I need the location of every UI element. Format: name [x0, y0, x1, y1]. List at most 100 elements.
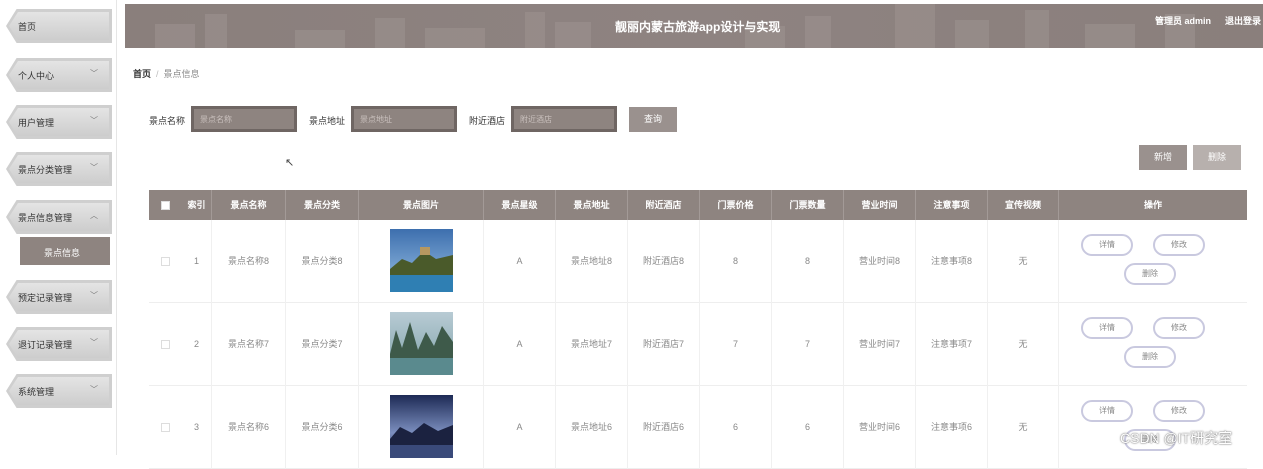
- sidebar-item-label: 用户管理: [18, 118, 55, 128]
- sidebar-item-scenic-management[interactable]: 景点信息管理 ︿: [6, 200, 112, 234]
- table-row: 1 景点名称8 景点分类8 A 景点地址8 附近酒店8 8 8 营业时间8 注意…: [149, 220, 1247, 303]
- logout-link[interactable]: 退出登录: [1225, 14, 1261, 27]
- scenic-image-karst-river: [390, 312, 453, 375]
- cell-notes: 注意事项6: [916, 386, 988, 469]
- cell-category: 景点分类7: [286, 303, 359, 386]
- cell-count: 8: [772, 220, 844, 303]
- cell-count: 6: [772, 386, 844, 469]
- breadcrumb-current: 景点信息: [163, 69, 200, 79]
- detail-button[interactable]: 详情: [1081, 317, 1133, 339]
- cell-star: A: [484, 303, 556, 386]
- table-row: 2 景点名称7 景点分类7 A 景点地址7 附近酒店7 7 7 营业时间7 注意…: [149, 303, 1247, 386]
- sidebar-item-label: 首页: [18, 22, 37, 32]
- edit-button[interactable]: 修改: [1153, 234, 1205, 256]
- column-header: 营业时间: [844, 190, 916, 220]
- add-button[interactable]: 新增: [1139, 145, 1187, 170]
- sidebar-item-category-management[interactable]: 景点分类管理 ﹀: [6, 152, 112, 186]
- table-header: 索引 景点名称 景点分类 景点图片 景点星级 景点地址 附近酒店 门票价格 门票…: [149, 190, 1247, 220]
- cell-price: 8: [700, 220, 772, 303]
- column-header: 景点名称: [212, 190, 286, 220]
- chevron-up-icon: ︿: [90, 211, 98, 220]
- cell-count: 7: [772, 303, 844, 386]
- current-user: 管理员 admin: [1155, 16, 1212, 26]
- cell-hours: 营业时间6: [844, 386, 916, 469]
- table-row: 3 景点名称6 景点分类6 A 景点地址6 附近酒店6 6 6 营业时间6 注意…: [149, 386, 1247, 469]
- watermark-text: CSDN @IT研究室: [1120, 430, 1233, 446]
- sidebar-item-booking-records[interactable]: 预定记录管理 ﹀: [6, 280, 112, 314]
- chevron-down-icon: ﹀: [90, 69, 98, 78]
- search-input-name-field[interactable]: [200, 109, 294, 129]
- breadcrumb-home[interactable]: 首页: [133, 69, 151, 79]
- cell-video: 无: [988, 303, 1059, 386]
- cell-video: 无: [988, 386, 1059, 469]
- cell-star: A: [484, 386, 556, 469]
- cell-hotel: 附近酒店7: [628, 303, 700, 386]
- column-header: 索引: [182, 190, 212, 220]
- sidebar-item-system-management[interactable]: 系统管理 ﹀: [6, 374, 112, 408]
- column-header: 操作: [1143, 200, 1162, 210]
- column-header: 景点图片: [359, 190, 484, 220]
- row-checkbox[interactable]: [161, 423, 170, 432]
- edit-button[interactable]: 修改: [1153, 317, 1205, 339]
- search-label-hotel: 附近酒店: [469, 116, 506, 126]
- chevron-down-icon: ﹀: [90, 163, 98, 172]
- sidebar-item-label: 个人中心: [18, 71, 55, 81]
- delete-button[interactable]: 删除: [1124, 263, 1176, 285]
- row-checkbox[interactable]: [161, 257, 170, 266]
- row-checkbox[interactable]: [161, 340, 170, 349]
- cell-notes: 注意事项8: [916, 220, 988, 303]
- cell-hotel: 附近酒店8: [628, 220, 700, 303]
- batch-delete-button[interactable]: 删除: [1193, 145, 1241, 170]
- search-input-hotel[interactable]: [511, 106, 617, 132]
- sidebar-item-cancel-records[interactable]: 退订记录管理 ﹀: [6, 327, 112, 361]
- search-label-name: 景点名称: [149, 116, 186, 126]
- mouse-cursor-icon: ↖: [285, 157, 295, 169]
- sidebar: 首页 个人中心 ﹀ 用户管理 ﹀ 景点分类管理 ﹀ 景点信息管理 ︿ 景点信息 …: [0, 0, 117, 455]
- cell-category: 景点分类6: [286, 386, 359, 469]
- cell-hotel: 附近酒店6: [628, 386, 700, 469]
- cell-name: 景点名称8: [212, 220, 286, 303]
- search-label-address: 景点地址: [309, 116, 346, 126]
- delete-button[interactable]: 删除: [1124, 346, 1176, 368]
- column-header: 门票数量: [772, 190, 844, 220]
- cell-hours: 营业时间7: [844, 303, 916, 386]
- cell-star: A: [484, 220, 556, 303]
- app-title: 靓丽内蒙古旅游app设计与实现: [615, 20, 781, 34]
- search-input-address[interactable]: [351, 106, 457, 132]
- cell-video: 无: [988, 220, 1059, 303]
- breadcrumb: 首页 / 景点信息: [133, 67, 200, 80]
- sidebar-item-label: 预定记录管理: [18, 293, 73, 303]
- sidebar-subitem-label: 景点信息: [44, 248, 81, 258]
- search-input-address-field[interactable]: [360, 109, 454, 129]
- chevron-down-icon: ﹀: [90, 291, 98, 300]
- column-header: 宣传视频: [988, 190, 1059, 220]
- cell-hours: 营业时间8: [844, 220, 916, 303]
- search-input-hotel-field[interactable]: [520, 109, 614, 129]
- edit-button[interactable]: 修改: [1153, 400, 1205, 422]
- cell-notes: 注意事项7: [916, 303, 988, 386]
- chevron-down-icon: ﹀: [90, 385, 98, 394]
- sidebar-subitem-scenic-info[interactable]: 景点信息: [20, 237, 110, 265]
- sidebar-item-personal-center[interactable]: 个人中心 ﹀: [6, 58, 112, 92]
- query-button[interactable]: 查询: [629, 107, 677, 132]
- search-input-name[interactable]: [191, 106, 297, 132]
- column-header: 景点分类: [286, 190, 359, 220]
- cell-address: 景点地址7: [556, 303, 628, 386]
- column-header: 注意事项: [916, 190, 988, 220]
- cell-price: 7: [700, 303, 772, 386]
- sidebar-item-label: 景点信息管理: [18, 213, 73, 223]
- breadcrumb-separator: /: [156, 69, 159, 79]
- detail-button[interactable]: 详情: [1081, 234, 1133, 256]
- cell-category: 景点分类8: [286, 220, 359, 303]
- sidebar-item-home[interactable]: 首页: [6, 9, 112, 43]
- column-header: 门票价格: [700, 190, 772, 220]
- scenic-image-mountain-dusk: [390, 395, 453, 458]
- cell-index: 2: [182, 303, 212, 386]
- chevron-down-icon: ﹀: [90, 116, 98, 125]
- cell-name: 景点名称6: [212, 386, 286, 469]
- sidebar-item-user-management[interactable]: 用户管理 ﹀: [6, 105, 112, 139]
- select-all-checkbox[interactable]: [161, 201, 170, 210]
- sidebar-item-label: 系统管理: [18, 387, 55, 397]
- detail-button[interactable]: 详情: [1081, 400, 1133, 422]
- column-header: 景点地址: [556, 190, 628, 220]
